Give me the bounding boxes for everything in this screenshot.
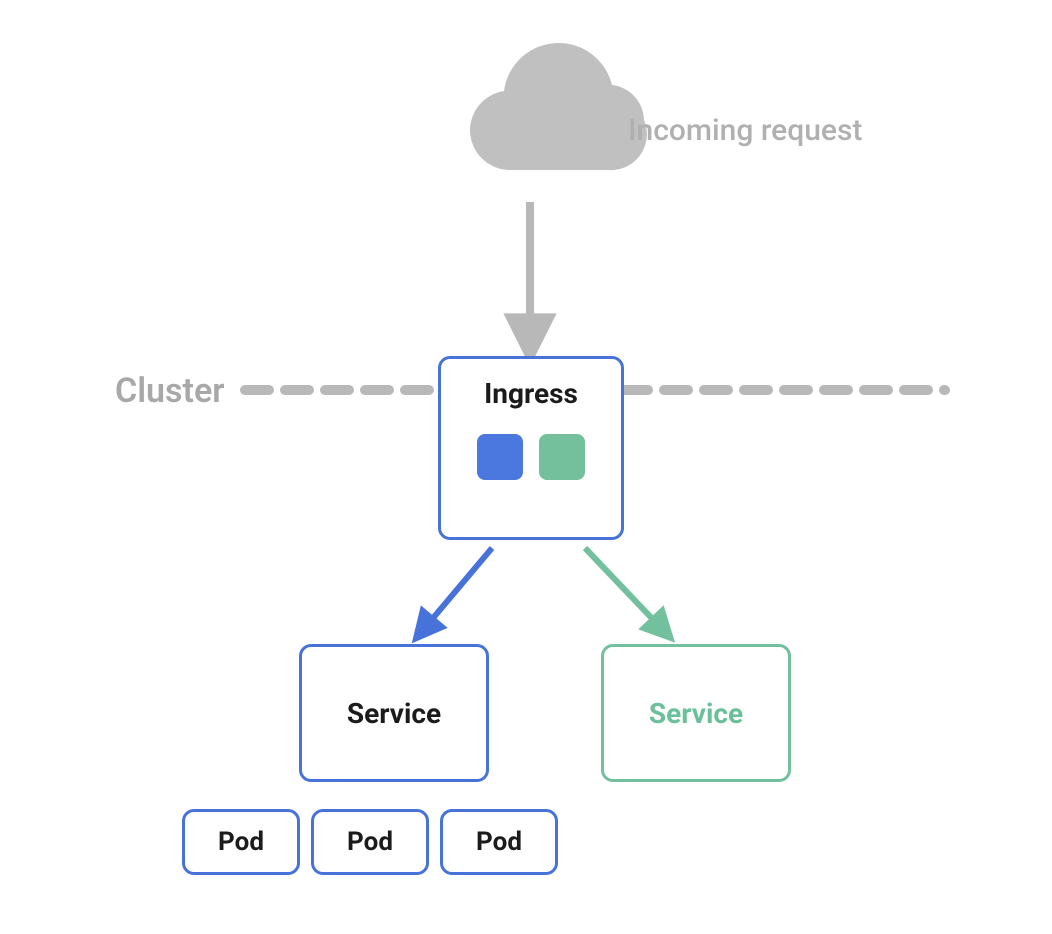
chip-green bbox=[539, 434, 585, 480]
cluster-label: Cluster bbox=[115, 371, 224, 411]
chip-blue bbox=[477, 434, 523, 480]
ingress-chips bbox=[477, 434, 585, 480]
pod-2: Pod bbox=[311, 809, 429, 875]
ingress-box: Ingress bbox=[438, 356, 624, 540]
cloud-icon bbox=[470, 43, 647, 170]
ingress-title: Ingress bbox=[484, 377, 578, 410]
service-green-title: Service bbox=[649, 697, 743, 730]
service-green-box: Service bbox=[601, 644, 791, 782]
service-blue-title: Service bbox=[347, 697, 441, 730]
pod-3: Pod bbox=[440, 809, 558, 875]
service-blue-box: Service bbox=[299, 644, 489, 782]
pod-1: Pod bbox=[182, 809, 300, 875]
incoming-request-label: Incoming request bbox=[628, 113, 862, 148]
arrow-to-blue-service bbox=[423, 548, 492, 630]
arrow-to-green-service bbox=[585, 548, 663, 630]
